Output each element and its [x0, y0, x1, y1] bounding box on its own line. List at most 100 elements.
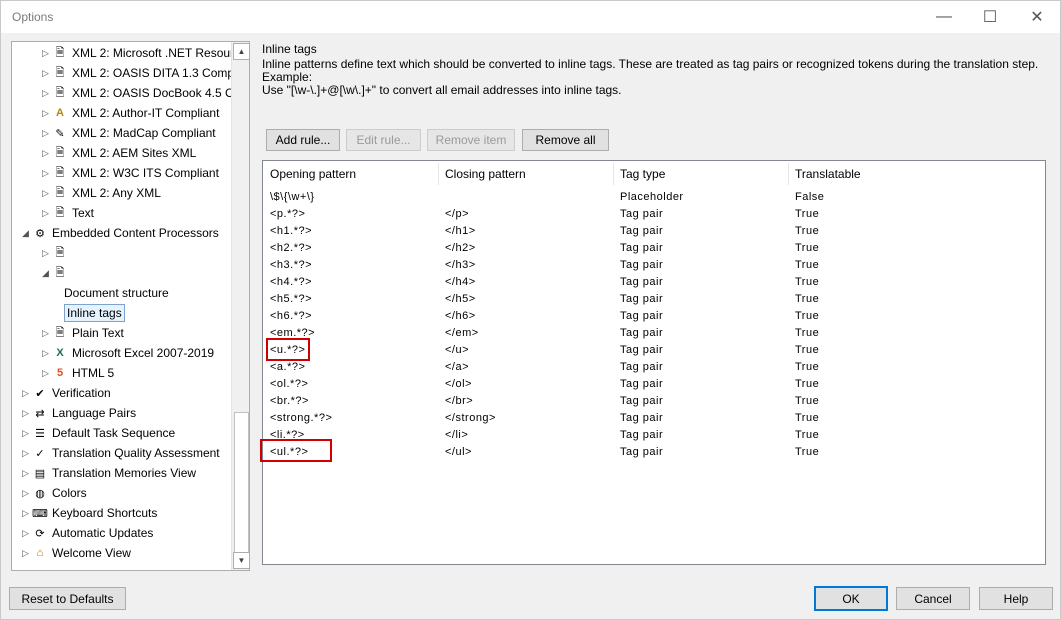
tree-item[interactable]: ▷ 🗎 XML 2: OASIS DITA 1.3 Complia: [42, 63, 246, 83]
collapsed-arrow-icon[interactable]: ▷: [42, 208, 52, 219]
reset-to-defaults-button[interactable]: Reset to Defaults: [9, 587, 126, 610]
closing-pattern-cell[interactable]: </h6>: [445, 307, 476, 324]
tag-type-cell[interactable]: Tag pair: [620, 239, 663, 256]
tree-item[interactable]: ▷ ⟳ Automatic Updates: [22, 523, 153, 543]
collapsed-arrow-icon[interactable]: ▷: [42, 148, 52, 159]
tag-type-cell[interactable]: Tag pair: [620, 426, 663, 443]
options-tree[interactable]: ▷ 🗎 XML 2: Microsoft .NET Resourc ▷ 🗎 XML 2: …: [11, 41, 250, 571]
tree-item[interactable]: ▷ A XML 2: Author-IT Compliant: [42, 103, 219, 123]
closing-pattern-cell[interactable]: </h5>: [445, 290, 476, 307]
collapsed-arrow-icon[interactable]: ▷: [42, 128, 52, 139]
tree-item[interactable]: ▷ ▤ Translation Memories View: [22, 463, 196, 483]
opening-pattern-cell[interactable]: <h2.*?>: [270, 239, 312, 256]
scroll-up-arrow-icon[interactable]: ▲: [233, 43, 249, 60]
tag-type-cell[interactable]: Tag pair: [620, 324, 663, 341]
translatable-cell[interactable]: True: [795, 256, 819, 273]
closing-pattern-cell[interactable]: </em>: [445, 324, 479, 341]
tree-item[interactable]: ▷ X Microsoft Excel 2007-2019: [42, 343, 214, 363]
tree-item[interactable]: ▷ 🗎: [42, 243, 72, 263]
translatable-cell[interactable]: True: [795, 307, 819, 324]
opening-pattern-cell[interactable]: <strong.*?>: [270, 409, 332, 426]
translatable-cell[interactable]: True: [795, 375, 819, 392]
closing-pattern-cell[interactable]: </p>: [445, 205, 469, 222]
opening-pattern-cell[interactable]: <h1.*?>: [270, 222, 312, 239]
column-header-opening[interactable]: Opening pattern: [270, 161, 356, 187]
collapsed-arrow-icon[interactable]: ▷: [22, 488, 32, 499]
translatable-cell[interactable]: True: [795, 341, 819, 358]
remove-all-button[interactable]: Remove all: [522, 129, 609, 151]
tag-type-cell[interactable]: Tag pair: [620, 307, 663, 324]
close-button[interactable]: ✕: [1014, 1, 1060, 33]
minimize-button[interactable]: —: [921, 1, 967, 33]
opening-pattern-cell[interactable]: <ol.*?>: [270, 375, 308, 392]
closing-pattern-cell[interactable]: </h4>: [445, 273, 476, 290]
collapsed-arrow-icon[interactable]: ▷: [22, 548, 32, 559]
cancel-button[interactable]: Cancel: [896, 587, 970, 610]
translatable-cell[interactable]: True: [795, 239, 819, 256]
collapsed-arrow-icon[interactable]: ▷: [42, 368, 52, 379]
translatable-cell[interactable]: False: [795, 188, 824, 205]
tag-type-cell[interactable]: Tag pair: [620, 358, 663, 375]
translatable-cell[interactable]: True: [795, 273, 819, 290]
opening-pattern-cell[interactable]: <h3.*?>: [270, 256, 312, 273]
collapsed-arrow-icon[interactable]: ▷: [22, 468, 32, 479]
opening-pattern-cell[interactable]: \$\{\w+\}: [270, 188, 315, 205]
column-header-tag-type[interactable]: Tag type: [620, 161, 665, 187]
translatable-cell[interactable]: True: [795, 426, 819, 443]
ok-button[interactable]: OK: [814, 586, 888, 611]
tree-item[interactable]: ▷ ✓ Translation Quality Assessment: [22, 443, 220, 463]
collapsed-arrow-icon[interactable]: ▷: [22, 408, 32, 419]
closing-pattern-cell[interactable]: </ul>: [445, 443, 472, 460]
tag-type-cell[interactable]: Tag pair: [620, 443, 663, 460]
tag-type-cell[interactable]: Tag pair: [620, 273, 663, 290]
tree-item[interactable]: ▷ 🗎 Plain Text: [42, 323, 124, 343]
maximize-button[interactable]: ☐: [967, 1, 1013, 33]
translatable-cell[interactable]: True: [795, 290, 819, 307]
collapsed-arrow-icon[interactable]: ▷: [42, 88, 52, 99]
opening-pattern-cell[interactable]: <br.*?>: [270, 392, 309, 409]
tag-type-cell[interactable]: Tag pair: [620, 205, 663, 222]
tag-type-cell[interactable]: Tag pair: [620, 409, 663, 426]
opening-pattern-cell[interactable]: <h4.*?>: [270, 273, 312, 290]
tree-item[interactable]: ▷ 🗎 XML 2: Any XML: [42, 183, 161, 203]
collapsed-arrow-icon[interactable]: ▷: [42, 48, 52, 59]
closing-pattern-cell[interactable]: </u>: [445, 341, 469, 358]
translatable-cell[interactable]: True: [795, 443, 819, 460]
collapsed-arrow-icon[interactable]: ▷: [42, 188, 52, 199]
column-header-translatable[interactable]: Translatable: [795, 161, 861, 187]
tree-item[interactable]: ▷ 🗎 XML 2: AEM Sites XML: [42, 143, 196, 163]
scroll-thumb[interactable]: [234, 412, 249, 554]
remove-item-button[interactable]: Remove item: [427, 129, 515, 151]
translatable-cell[interactable]: True: [795, 222, 819, 239]
tree-item[interactable]: ▷ ✎ XML 2: MadCap Compliant: [42, 123, 216, 143]
tree-item[interactable]: ▷ 🗎 Text: [42, 203, 94, 223]
collapsed-arrow-icon[interactable]: ▷: [42, 68, 52, 79]
closing-pattern-cell[interactable]: </ol>: [445, 375, 472, 392]
opening-pattern-cell[interactable]: <p.*?>: [270, 205, 305, 222]
tree-item[interactable]: ▷ 🗎 XML 2: Microsoft .NET Resourc: [42, 43, 240, 63]
translatable-cell[interactable]: True: [795, 358, 819, 375]
collapsed-arrow-icon[interactable]: ▷: [22, 448, 32, 459]
edit-rule-button[interactable]: Edit rule...: [346, 129, 421, 151]
inline-tags-table[interactable]: Opening pattern Closing pattern Tag type…: [262, 160, 1046, 565]
tree-scrollbar[interactable]: ▲ ▼: [231, 42, 249, 570]
closing-pattern-cell[interactable]: </br>: [445, 392, 473, 409]
tree-item[interactable]: ▷ 5 HTML 5: [42, 363, 114, 383]
collapsed-arrow-icon[interactable]: ▷: [22, 388, 32, 399]
column-header-closing[interactable]: Closing pattern: [445, 161, 526, 187]
collapsed-arrow-icon[interactable]: ▷: [42, 108, 52, 119]
tree-item[interactable]: ▷ ◍ Colors: [22, 483, 87, 503]
tag-type-cell[interactable]: Tag pair: [620, 375, 663, 392]
tree-item[interactable]: ▷ ☰ Default Task Sequence: [22, 423, 175, 443]
tree-item[interactable]: ▷ ✔ Verification: [22, 383, 111, 403]
tag-type-cell[interactable]: Tag pair: [620, 290, 663, 307]
collapsed-arrow-icon[interactable]: ▷: [22, 528, 32, 539]
opening-pattern-cell[interactable]: <h6.*?>: [270, 307, 312, 324]
closing-pattern-cell[interactable]: </li>: [445, 426, 468, 443]
tree-item[interactable]: Document structure: [54, 283, 169, 303]
collapsed-arrow-icon[interactable]: ▷: [42, 248, 52, 259]
tag-type-cell[interactable]: Tag pair: [620, 341, 663, 358]
tag-type-cell[interactable]: Tag pair: [620, 222, 663, 239]
scroll-down-arrow-icon[interactable]: ▼: [233, 552, 249, 569]
collapsed-arrow-icon[interactable]: ▷: [22, 508, 32, 519]
